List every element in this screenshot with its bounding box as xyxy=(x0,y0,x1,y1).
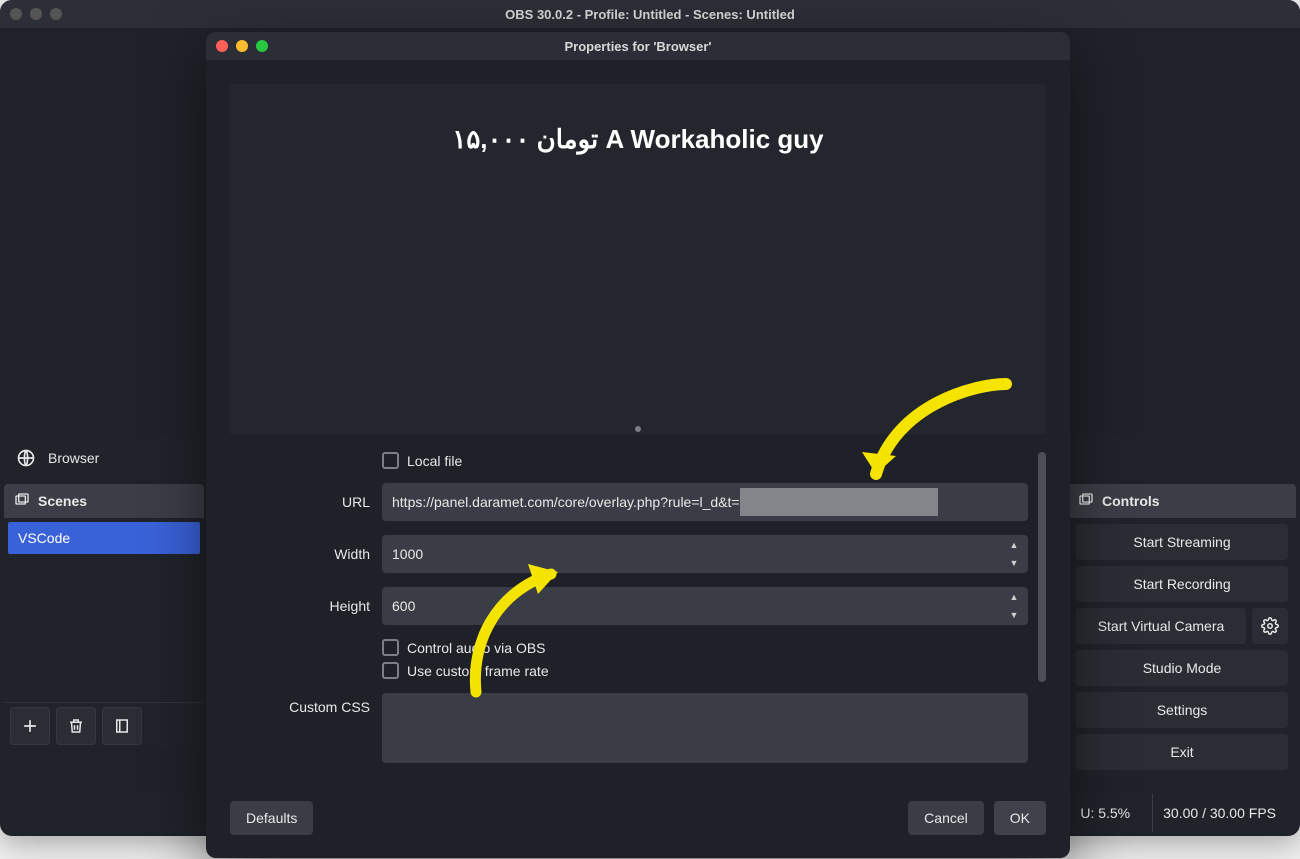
url-value: https://panel.daramet.com/core/overlay.p… xyxy=(392,494,740,510)
defaults-button[interactable]: Defaults xyxy=(230,801,313,835)
zoom-dot-icon[interactable] xyxy=(50,8,62,20)
properties-form: Local file URL https://panel.daramet.com… xyxy=(230,452,1046,786)
dialog-titlebar: Properties for 'Browser' xyxy=(206,32,1070,60)
ok-button[interactable]: OK xyxy=(994,801,1046,835)
width-decrement-button[interactable]: ▼ xyxy=(1004,555,1024,571)
local-file-checkbox[interactable] xyxy=(382,452,399,469)
dialog-title: Properties for 'Browser' xyxy=(564,39,711,54)
scenes-header-label: Scenes xyxy=(38,493,87,509)
controls-header-icon xyxy=(1078,492,1094,511)
height-input[interactable]: 600 ▲ ▼ xyxy=(382,587,1028,625)
height-label: Height xyxy=(230,598,370,614)
scenes-header: Scenes xyxy=(4,484,204,518)
custom-framerate-label: Use custom frame rate xyxy=(407,663,549,679)
preview-text: ۱۵,۰۰۰ تومان A Workaholic guy xyxy=(452,124,823,155)
scenes-panel: Scenes VSCode xyxy=(4,484,204,748)
local-file-label: Local file xyxy=(407,453,462,469)
start-recording-button[interactable]: Start Recording xyxy=(1076,566,1288,602)
gear-icon xyxy=(1261,617,1279,635)
width-increment-button[interactable]: ▲ xyxy=(1004,537,1024,553)
url-input[interactable]: https://panel.daramet.com/core/overlay.p… xyxy=(382,483,1028,521)
height-decrement-button[interactable]: ▼ xyxy=(1004,607,1024,623)
scene-item[interactable]: VSCode xyxy=(8,522,200,554)
cancel-button[interactable]: Cancel xyxy=(908,801,984,835)
width-input[interactable]: 1000 ▲ ▼ xyxy=(382,535,1028,573)
dialog-traffic-lights xyxy=(216,40,268,52)
fps-status: 30.00 / 30.00 FPS xyxy=(1152,794,1286,832)
preview-handle-icon[interactable] xyxy=(635,426,641,432)
control-audio-label: Control audio via OBS xyxy=(407,640,546,656)
controls-panel: Controls Start Streaming Start Recording… xyxy=(1068,484,1296,776)
globe-icon xyxy=(16,448,36,468)
add-scene-button[interactable] xyxy=(10,707,50,745)
dialog-close-icon[interactable] xyxy=(216,40,228,52)
main-title: OBS 30.0.2 - Profile: Untitled - Scenes:… xyxy=(505,7,795,22)
remove-scene-button[interactable] xyxy=(56,707,96,745)
main-titlebar: OBS 30.0.2 - Profile: Untitled - Scenes:… xyxy=(0,0,1300,28)
url-redacted xyxy=(740,488,938,516)
width-label: Width xyxy=(230,546,370,562)
dialog-minimize-icon[interactable] xyxy=(236,40,248,52)
minimize-dot-icon[interactable] xyxy=(30,8,42,20)
custom-css-input[interactable] xyxy=(382,693,1028,763)
preview-area: ۱۵,۰۰۰ تومان A Workaholic guy xyxy=(230,84,1046,434)
control-audio-checkbox[interactable] xyxy=(382,639,399,656)
source-label: Browser xyxy=(48,450,99,466)
controls-body: Start Streaming Start Recording Start Vi… xyxy=(1068,518,1296,776)
custom-framerate-checkbox[interactable] xyxy=(382,662,399,679)
url-label: URL xyxy=(230,494,370,510)
properties-dialog: Properties for 'Browser' ۱۵,۰۰۰ تومان A … xyxy=(206,32,1070,858)
width-value: 1000 xyxy=(392,546,423,562)
scene-item-label: VSCode xyxy=(18,530,70,546)
dialog-zoom-icon[interactable] xyxy=(256,40,268,52)
virtual-camera-settings-button[interactable] xyxy=(1252,608,1288,644)
dialog-footer: Defaults Cancel OK xyxy=(230,798,1046,838)
custom-css-label: Custom CSS xyxy=(230,693,370,715)
form-scrollbar[interactable] xyxy=(1038,452,1046,682)
studio-mode-button[interactable]: Studio Mode xyxy=(1076,650,1288,686)
cpu-status: U: 5.5% xyxy=(1070,794,1140,832)
close-dot-icon[interactable] xyxy=(10,8,22,20)
scenes-header-icon xyxy=(14,492,30,511)
scenes-list: VSCode xyxy=(4,518,204,702)
scenes-toolbar xyxy=(4,702,204,748)
height-value: 600 xyxy=(392,598,415,614)
height-increment-button[interactable]: ▲ xyxy=(1004,589,1024,605)
main-traffic-lights xyxy=(10,8,62,20)
scene-filter-button[interactable] xyxy=(102,707,142,745)
controls-header: Controls xyxy=(1068,484,1296,518)
exit-button[interactable]: Exit xyxy=(1076,734,1288,770)
settings-button[interactable]: Settings xyxy=(1076,692,1288,728)
start-streaming-button[interactable]: Start Streaming xyxy=(1076,524,1288,560)
controls-header-label: Controls xyxy=(1102,493,1160,509)
start-virtual-camera-button[interactable]: Start Virtual Camera xyxy=(1076,608,1246,644)
